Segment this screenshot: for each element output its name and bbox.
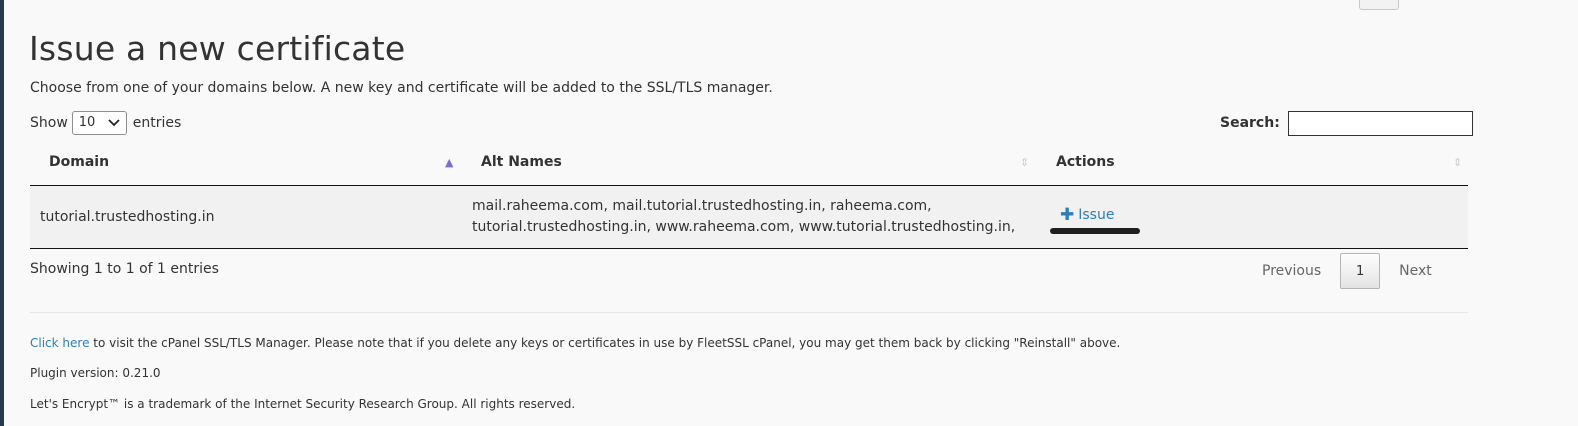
page-1-button[interactable]: 1: [1340, 253, 1381, 289]
issue-button[interactable]: ✚ Issue: [1060, 205, 1115, 225]
entries-label: entries: [132, 114, 182, 131]
issue-label: Issue: [1078, 207, 1115, 223]
sort-asc-icon[interactable]: ▲: [445, 140, 453, 185]
divider: [30, 312, 1468, 313]
certificate-domains-table: Domain ▲ Alt Names ⇕ Actions ⇕ tutorial.…: [30, 140, 1468, 249]
entries-select-value: 10: [78, 115, 96, 130]
show-label: Show: [30, 114, 68, 131]
alt-names-cell: mail.raheema.com, mail.tutorial.trustedh…: [472, 196, 1032, 238]
ssl-manager-note: Click here to visit the cPanel SSL/TLS M…: [30, 336, 1120, 350]
table-info: Showing 1 to 1 of 1 entries: [30, 261, 219, 277]
sort-both-icon[interactable]: ⇕: [1020, 140, 1029, 185]
chevron-down-icon: [108, 115, 120, 134]
page-title: Issue a new certificate: [29, 29, 406, 68]
intro-text: Choose from one of your domains below. A…: [30, 80, 773, 96]
entries-length-control: Show 10 entries: [30, 110, 181, 135]
search-input[interactable]: [1287, 110, 1473, 136]
plugin-version: Plugin version: 0.21.0: [30, 366, 161, 380]
trademark-notice: Let's Encrypt™ is a trademark of the Int…: [30, 397, 576, 411]
sort-both-icon[interactable]: ⇕: [1453, 140, 1462, 185]
domain-cell: tutorial.trustedhosting.in: [40, 209, 215, 225]
search-label: Search:: [1220, 115, 1280, 131]
table-row: tutorial.trustedhosting.in mail.raheema.…: [30, 186, 1468, 249]
click-here-link[interactable]: Click here: [30, 336, 89, 350]
column-header-alt-names[interactable]: Alt Names: [481, 140, 562, 185]
alt-names-line: mail.raheema.com, mail.tutorial.trustedh…: [472, 198, 932, 214]
ssl-manager-note-text: to visit the cPanel SSL/TLS Manager. Ple…: [89, 336, 1121, 350]
search-control: Search:: [1220, 110, 1473, 136]
plus-icon: ✚: [1060, 205, 1075, 225]
column-header-actions[interactable]: Actions: [1056, 140, 1115, 185]
table-header: Domain ▲ Alt Names ⇕ Actions ⇕: [30, 140, 1468, 186]
pagination: Previous 1 Next: [1262, 253, 1432, 289]
alt-names-line: tutorial.trustedhosting.in, www.raheema.…: [472, 219, 1016, 235]
left-rail: [0, 0, 4, 426]
next-page-button[interactable]: Next: [1399, 263, 1432, 279]
column-header-domain[interactable]: Domain: [49, 140, 109, 185]
previous-page-button[interactable]: Previous: [1262, 263, 1321, 279]
top-cut-off-button[interactable]: [1359, 0, 1399, 10]
annotation-underline: [1050, 228, 1140, 234]
entries-select[interactable]: 10: [71, 110, 127, 135]
